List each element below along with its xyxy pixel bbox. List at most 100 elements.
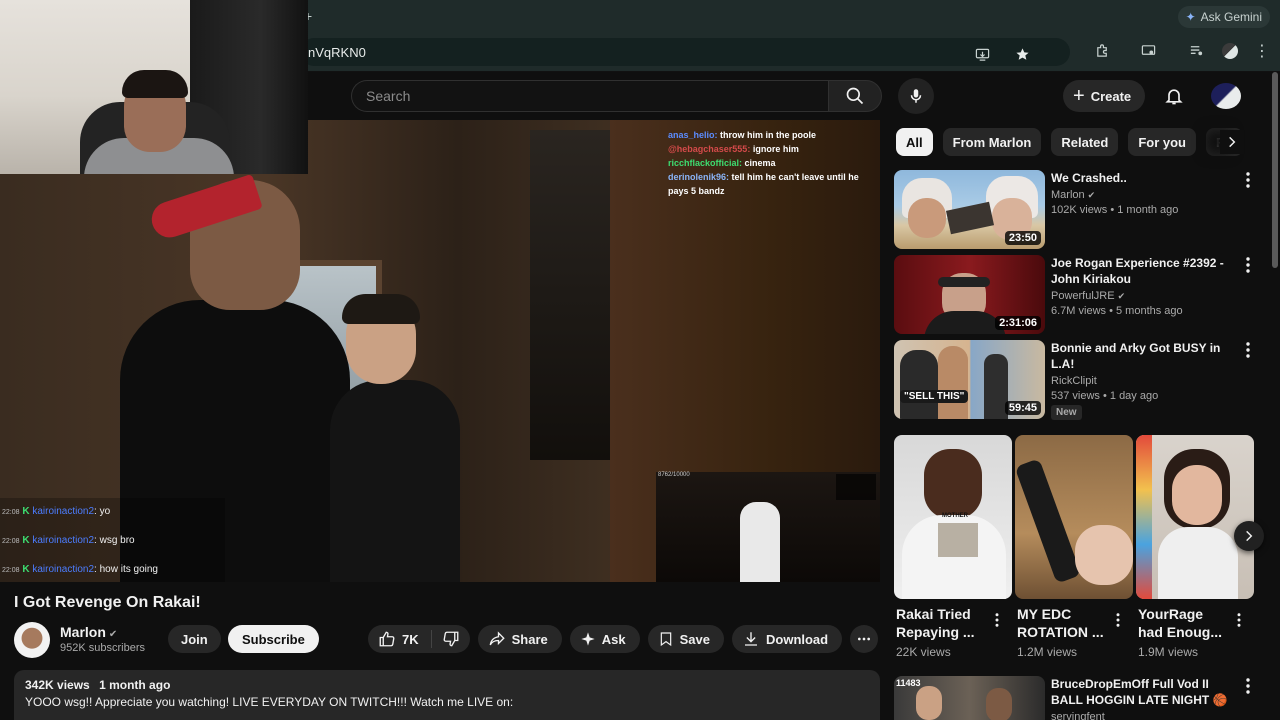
subscribe-button[interactable]: Subscribe <box>228 625 319 653</box>
notifications-button[interactable] <box>1160 82 1188 110</box>
more-actions-button[interactable] <box>850 625 879 653</box>
recommendation-chips: All From Marlon Related For you Re <box>896 128 1246 156</box>
channel-name[interactable]: PowerfulJRE ✔ <box>1051 290 1231 302</box>
ask-gemini-button[interactable]: ✦ Ask Gemini <box>1177 6 1270 28</box>
description-meta: 342K views 1 month ago <box>25 678 869 692</box>
bookmark-star-icon[interactable] <box>1014 47 1030 63</box>
video-player[interactable]: anas_helio: throw him in the poole @heba… <box>0 120 880 582</box>
short-item[interactable]: MOTHER Rakai Tried Repaying ... 22K view… <box>894 435 1012 659</box>
short-title[interactable]: Rakai Tried Repaying ... <box>896 605 986 641</box>
video-title[interactable]: Bonnie and Arky Got BUSY in L.A! <box>1051 340 1231 372</box>
video-meta: 102K views • 1 month ago <box>1051 204 1179 216</box>
recommended-video[interactable]: "SELL THIS" 59:45 Bonnie and Arky Got BU… <box>894 340 1264 420</box>
scrollbar-thumb[interactable] <box>1272 72 1278 268</box>
like-button[interactable]: 7K <box>368 630 432 648</box>
browser-profile-avatar[interactable] <box>1222 43 1238 59</box>
extensions-icon[interactable] <box>1094 43 1110 59</box>
chip-all[interactable]: All <box>896 128 933 156</box>
chip-for-you[interactable]: For you <box>1128 128 1196 156</box>
description-box[interactable]: 342K views 1 month ago YOOO wsg!! Apprec… <box>14 670 880 720</box>
recommended-video[interactable]: 2:31:06 Joe Rogan Experience #2392 - Joh… <box>894 255 1264 335</box>
search-input[interactable] <box>352 81 828 111</box>
page-scrollbar[interactable] <box>1270 72 1280 720</box>
more-horizontal-icon <box>858 637 871 641</box>
short-item[interactable]: YourRage had Enoug... 1.9M views <box>1136 435 1254 659</box>
short-thumbnail[interactable] <box>1015 435 1133 599</box>
address-bar[interactable]: nVqRKN0 <box>300 38 1070 66</box>
video-info: Bonnie and Arky Got BUSY in L.A! RickCli… <box>1051 340 1231 420</box>
microphone-icon <box>910 89 922 103</box>
video-menu-button[interactable] <box>1240 676 1256 696</box>
voice-search-button[interactable] <box>898 78 934 114</box>
recommended-video[interactable]: 11483 BruceDropEmOff Full Vod II BALL HO… <box>894 676 1264 720</box>
dislike-button[interactable] <box>432 630 470 648</box>
channel-avatar[interactable] <box>14 622 50 658</box>
video-title[interactable]: Joe Rogan Experience #2392 - John Kiriak… <box>1051 255 1231 287</box>
address-bar-url: nVqRKN0 <box>308 45 366 60</box>
thumbnail-counter: 11483 <box>896 678 921 688</box>
browser-menu-icon[interactable]: ⋮ <box>1254 41 1270 61</box>
more-vertical-icon <box>1237 613 1241 627</box>
cast-icon[interactable] <box>1140 43 1156 59</box>
save-button[interactable]: Save <box>647 625 724 653</box>
ask-gemini-label: Ask Gemini <box>1200 10 1262 24</box>
install-app-icon[interactable] <box>974 47 990 63</box>
more-vertical-icon <box>1246 342 1250 358</box>
short-menu-button[interactable] <box>1232 611 1246 629</box>
shorts-next-button[interactable] <box>1234 521 1264 551</box>
ask-button[interactable]: Ask <box>569 625 640 653</box>
inset-person <box>740 502 780 582</box>
video-thumbnail[interactable]: 23:50 <box>894 170 1045 249</box>
join-button[interactable]: Join <box>168 625 221 653</box>
create-button[interactable]: + Create <box>1063 80 1146 112</box>
chips-next-button[interactable] <box>1220 130 1244 154</box>
chip-from-marlon[interactable]: From Marlon <box>942 128 1042 156</box>
short-thumbnail[interactable]: MOTHER <box>894 435 1012 599</box>
stream-chat-overlay-bottom: 22:08 K kairoinaction2: yo 22:08 K kairo… <box>0 498 225 582</box>
stream-chat-overlay-top: anas_helio: throw him in the poole @heba… <box>668 128 878 198</box>
video-actions: 7K Share Ask Save Download <box>368 625 879 653</box>
download-button[interactable]: Download <box>732 625 843 653</box>
new-badge: New <box>1051 405 1082 420</box>
video-thumbnail[interactable]: 11483 <box>894 676 1045 720</box>
short-menu-button[interactable] <box>990 611 1004 629</box>
video-menu-button[interactable] <box>1240 170 1256 190</box>
screen: + ✦ Ask Gemini nVqRKN0 ⋮ Search + Create… <box>0 0 1280 720</box>
short-title[interactable]: MY EDC ROTATION ... <box>1017 605 1107 641</box>
channel-name[interactable]: RickClipit <box>1051 375 1231 387</box>
short-views: 1.2M views <box>1017 645 1078 659</box>
video-thumbnail[interactable]: 2:31:06 <box>894 255 1045 334</box>
video-menu-button[interactable] <box>1240 340 1256 360</box>
media-controls-icon[interactable] <box>1188 43 1204 59</box>
video-title[interactable]: We Crashed.. <box>1051 170 1231 186</box>
search-button[interactable] <box>828 80 882 112</box>
verified-check-icon: ✔ <box>1087 190 1096 200</box>
share-button[interactable]: Share <box>477 625 562 653</box>
thumbnail-caption: "SELL THIS" <box>900 390 969 403</box>
channel-name[interactable]: Marlon ✔ <box>60 624 117 640</box>
webcam-overlay <box>0 0 308 174</box>
video-thumbnail[interactable]: "SELL THIS" 59:45 <box>894 340 1045 419</box>
short-menu-button[interactable] <box>1111 611 1125 629</box>
video-menu-button[interactable] <box>1240 255 1256 275</box>
shorts-shelf: MOTHER Rakai Tried Repaying ... 22K view… <box>894 435 1264 665</box>
channel-name[interactable]: servingfent <box>1051 711 1231 720</box>
download-icon <box>745 632 757 646</box>
account-avatar[interactable] <box>1211 83 1241 109</box>
inset-counter: 8762/10000 <box>658 472 690 478</box>
video-info: Joe Rogan Experience #2392 - John Kiriak… <box>1051 255 1231 317</box>
upload-age: 1 month ago <box>99 678 171 692</box>
video-title[interactable]: BruceDropEmOff Full Vod II BALL HOGGIN L… <box>1051 676 1231 708</box>
recommended-video[interactable]: 23:50 We Crashed.. Marlon ✔ 102K views • … <box>894 170 1264 250</box>
channel-name[interactable]: Marlon ✔ <box>1051 189 1231 201</box>
chevron-right-icon <box>1229 136 1236 148</box>
video-duration: 59:45 <box>1004 401 1041 415</box>
chip-related[interactable]: Related <box>1051 128 1119 156</box>
short-title[interactable]: YourRage had Enoug... <box>1138 605 1228 641</box>
chat-line: 22:08 K kairoinaction2: wsg bro <box>2 535 135 546</box>
short-item[interactable]: MY EDC ROTATION ... 1.2M views <box>1015 435 1133 659</box>
inset-chat <box>836 474 876 500</box>
short-thumbnail[interactable] <box>1136 435 1254 599</box>
address-bar-actions <box>974 47 1030 63</box>
ask-label: Ask <box>601 631 626 647</box>
